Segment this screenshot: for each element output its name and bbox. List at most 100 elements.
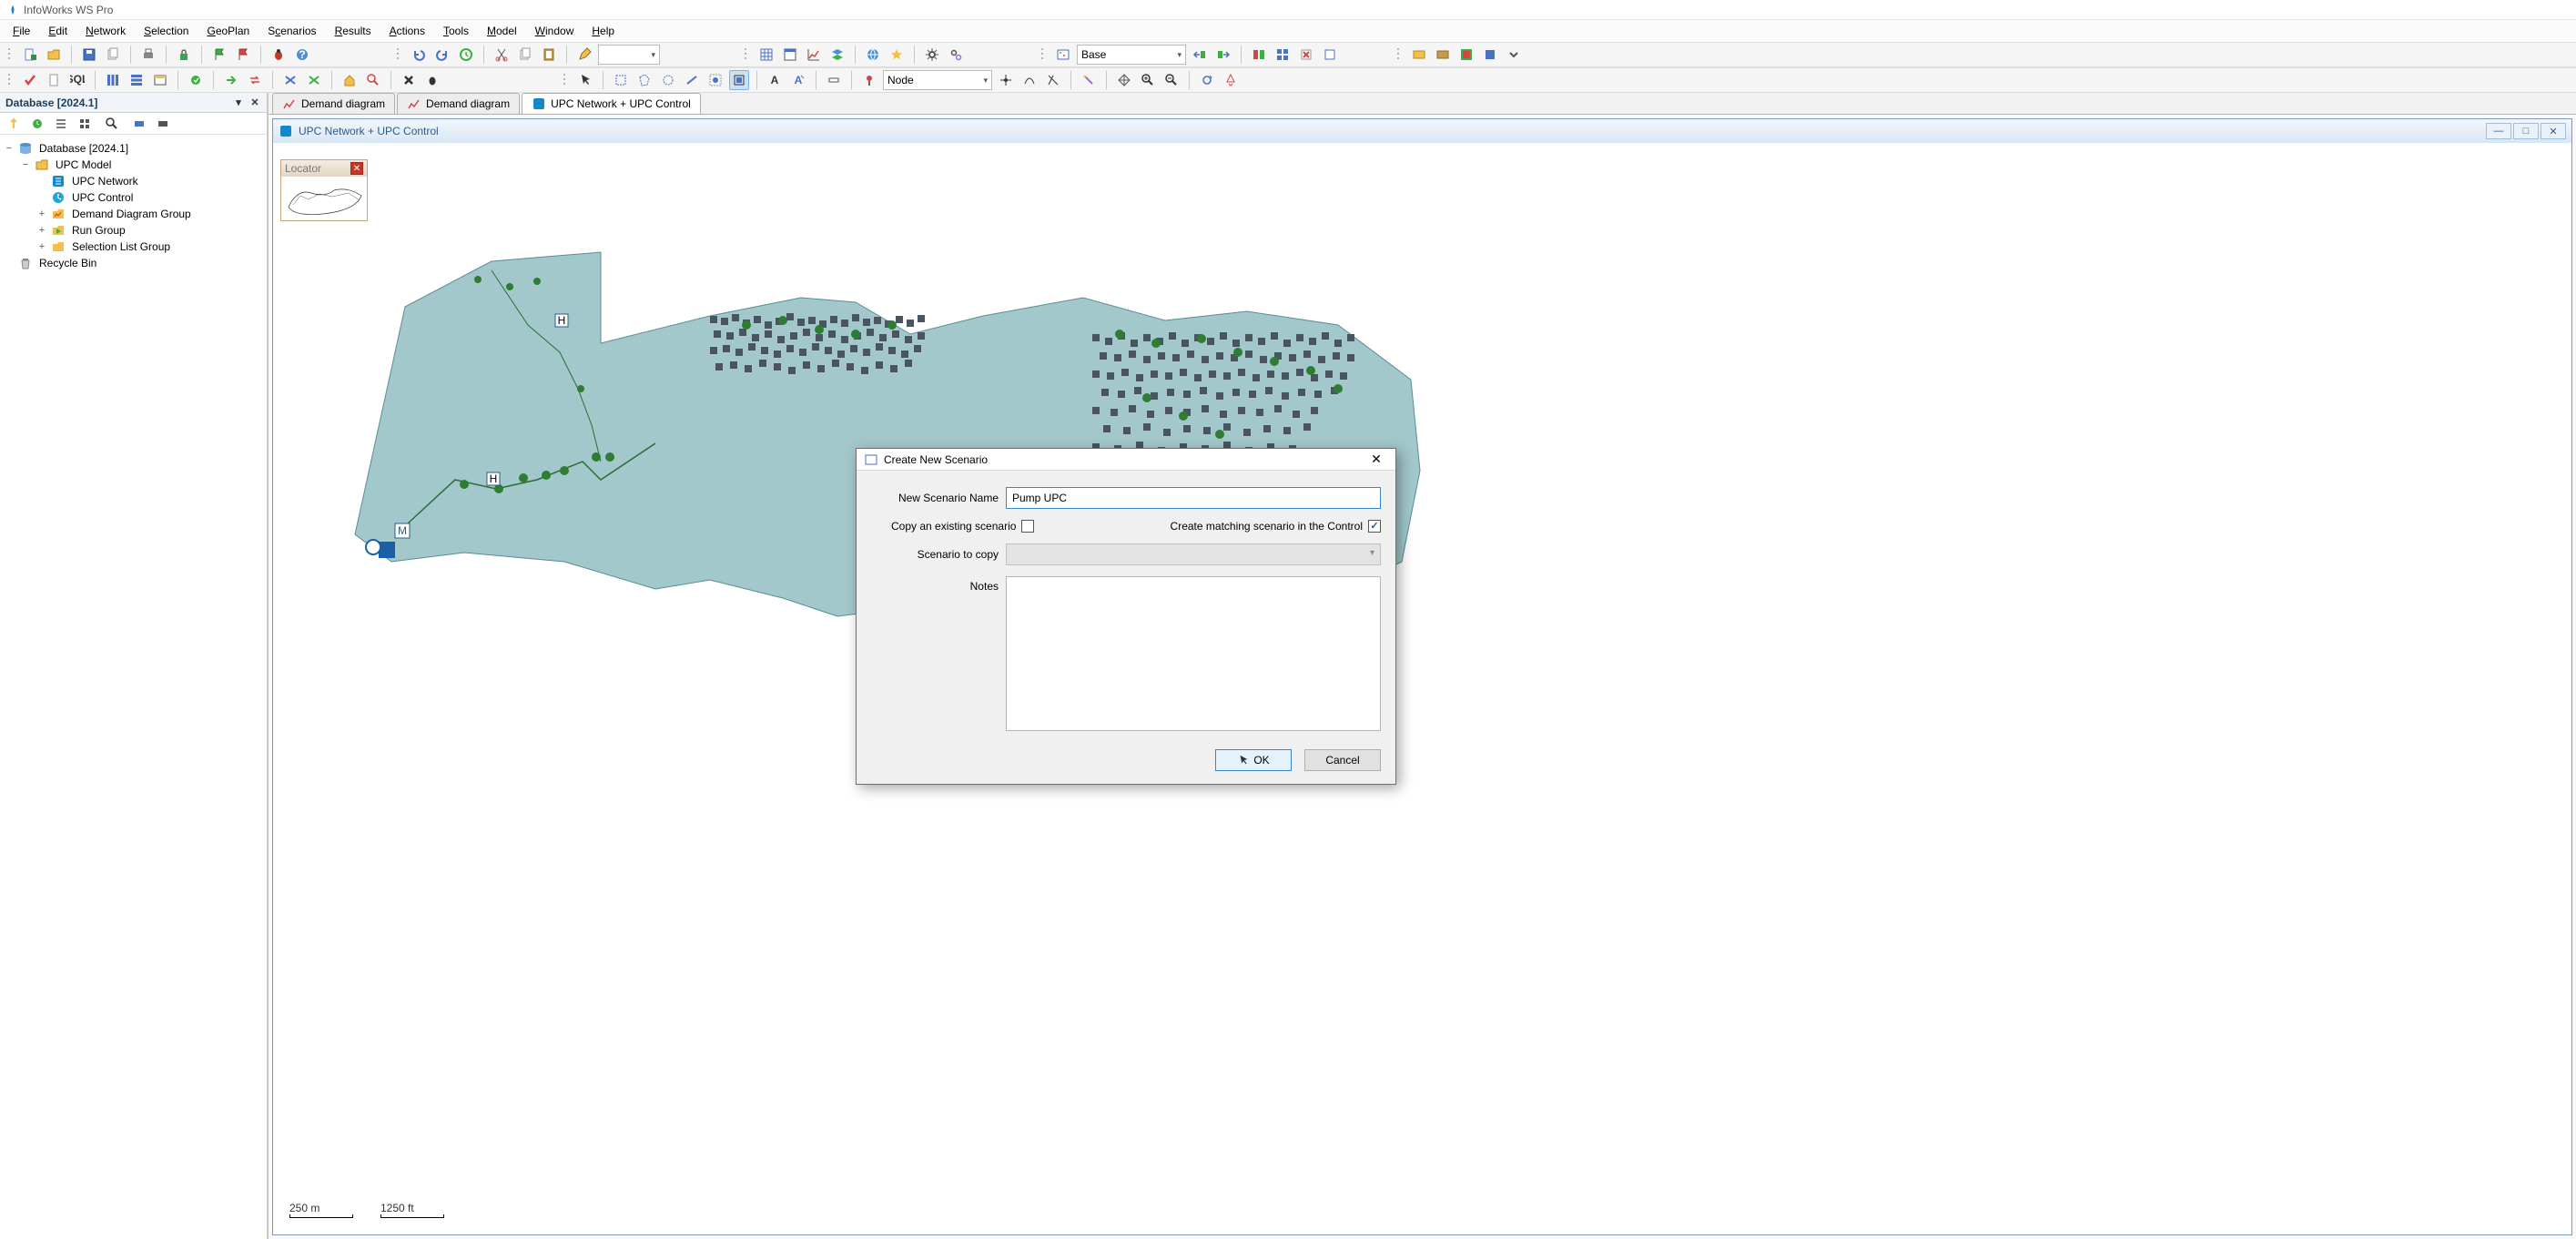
tool-globe-icon[interactable]: [863, 45, 883, 65]
tree-find-icon[interactable]: [102, 114, 122, 134]
tree-opt1-icon[interactable]: [129, 114, 149, 134]
tool-bug-icon[interactable]: [269, 45, 289, 65]
tool-grid2-icon[interactable]: [1273, 45, 1293, 65]
tool-ed3-icon[interactable]: [1043, 70, 1063, 90]
tool-del-scn-icon[interactable]: [1296, 45, 1316, 65]
tool-redo-icon[interactable]: [432, 45, 452, 65]
tool-zoom-in-icon[interactable]: [1138, 70, 1158, 90]
collapse-icon[interactable]: −: [4, 143, 15, 154]
menu-results[interactable]: Results: [326, 22, 380, 40]
ok-button[interactable]: OK: [1215, 749, 1292, 771]
tool-valve-icon[interactable]: [280, 70, 300, 90]
tree-list-icon[interactable]: [51, 114, 71, 134]
tree-grid-icon[interactable]: [75, 114, 95, 134]
menu-window[interactable]: Window: [526, 22, 583, 40]
tool-w5-dropdown-icon[interactable]: [1504, 45, 1524, 65]
tool-cut-icon[interactable]: [492, 45, 512, 65]
tool-clear-icon[interactable]: [824, 70, 844, 90]
menu-network[interactable]: Network: [76, 22, 135, 40]
menu-model[interactable]: Model: [478, 22, 526, 40]
tab-demand-1[interactable]: Demand diagram: [272, 93, 395, 114]
tool-w3-icon[interactable]: [1456, 45, 1476, 65]
tool-edit-icon[interactable]: [574, 45, 594, 65]
tool-sel-node-icon[interactable]: [705, 70, 725, 90]
tool-wand-icon[interactable]: [1079, 70, 1099, 90]
tool-x-icon[interactable]: [399, 70, 419, 90]
scenario-name-input[interactable]: [1006, 487, 1381, 509]
tool-gear2-icon[interactable]: [946, 45, 966, 65]
node-selector[interactable]: Node ▾: [883, 70, 992, 90]
tool-scenario-icon[interactable]: [1053, 45, 1073, 65]
tool-history-icon[interactable]: [456, 45, 476, 65]
tool-rev-icon[interactable]: [186, 70, 206, 90]
tab-network[interactable]: UPC Network + UPC Control: [522, 93, 701, 114]
panel-dropdown-icon[interactable]: ▾: [232, 96, 245, 109]
tool-zoom-node-icon[interactable]: [363, 70, 383, 90]
tool-scn-b-icon[interactable]: [1213, 45, 1233, 65]
tool-gear-icon[interactable]: [922, 45, 942, 65]
tool-pan-icon[interactable]: [1114, 70, 1134, 90]
tool-annot-icon[interactable]: A: [788, 70, 808, 90]
tree-root[interactable]: − Database [2024.1]: [4, 140, 263, 157]
tool-copy2-icon[interactable]: [515, 45, 535, 65]
tool-help-icon[interactable]: ?: [292, 45, 312, 65]
tree-network[interactable]: UPC Network: [4, 173, 263, 189]
tool-w4-icon[interactable]: [1480, 45, 1500, 65]
match-control-checkbox[interactable]: [1368, 520, 1381, 533]
grip-icon[interactable]: [7, 46, 13, 63]
tool-sel-rect-icon[interactable]: [611, 70, 631, 90]
tool-table2-icon[interactable]: [150, 70, 170, 90]
menu-edit[interactable]: Edit: [39, 22, 76, 40]
grip-icon[interactable]: [1040, 46, 1046, 63]
tool-home-icon[interactable]: [340, 70, 360, 90]
tool-scn-c-icon[interactable]: [1320, 45, 1340, 65]
tool-valve2-icon[interactable]: [304, 70, 324, 90]
tool-flag-red-icon[interactable]: [233, 45, 253, 65]
tool-w1-icon[interactable]: [1409, 45, 1429, 65]
tree-up-icon[interactable]: [4, 114, 24, 134]
tool-bug2-icon[interactable]: [422, 70, 442, 90]
tool-lock-icon[interactable]: [174, 45, 194, 65]
tool-pointer-icon[interactable]: [575, 70, 595, 90]
collapse-icon[interactable]: −: [20, 159, 31, 170]
tool-sel-text-icon[interactable]: A: [765, 70, 785, 90]
tool-layers-icon[interactable]: [827, 45, 847, 65]
tool-sel-fence-icon[interactable]: [729, 70, 749, 90]
tool-sel-line-icon[interactable]: [682, 70, 702, 90]
tool-pin-icon[interactable]: [859, 70, 879, 90]
mdi-titlebar[interactable]: UPC Network + UPC Control — □ ✕: [273, 119, 2571, 143]
tool-undo-icon[interactable]: [409, 45, 429, 65]
tool-rows-icon[interactable]: [127, 70, 147, 90]
tool-compare-icon[interactable]: [1249, 45, 1269, 65]
tool-refresh-icon[interactable]: [1197, 70, 1217, 90]
map-canvas[interactable]: Locator ✕: [273, 143, 2571, 1234]
mdi-max-button[interactable]: □: [2513, 123, 2539, 139]
tree-control[interactable]: UPC Control: [4, 189, 263, 206]
tool-check-icon[interactable]: [20, 70, 40, 90]
mdi-min-button[interactable]: —: [2486, 123, 2511, 139]
grip-icon[interactable]: [396, 46, 401, 63]
tool-w2-icon[interactable]: [1433, 45, 1453, 65]
dialog-close-button[interactable]: ✕: [1364, 451, 1388, 469]
tree-recycle[interactable]: Recycle Bin: [4, 255, 263, 271]
menu-tools[interactable]: Tools: [434, 22, 478, 40]
menu-actions[interactable]: Actions: [380, 22, 434, 40]
tool-print-icon[interactable]: [138, 45, 158, 65]
scenario-name-field[interactable]: [1012, 492, 1374, 504]
panel-close-icon[interactable]: ✕: [248, 96, 261, 109]
menu-selection[interactable]: Selection: [135, 22, 198, 40]
mdi-close-button[interactable]: ✕: [2541, 123, 2566, 139]
tree-run-group[interactable]: + Run Group: [4, 222, 263, 239]
tool-combo-1[interactable]: ▾: [598, 45, 660, 65]
tree-sel-group[interactable]: + Selection List Group: [4, 239, 263, 255]
expand-icon[interactable]: +: [36, 208, 47, 219]
tool-grid-icon[interactable]: [756, 45, 776, 65]
tool-sel-circle-icon[interactable]: [658, 70, 678, 90]
tree-model-group[interactable]: − UPC Model: [4, 157, 263, 173]
tool-ed1-icon[interactable]: [996, 70, 1016, 90]
tool-save-icon[interactable]: [79, 45, 99, 65]
copy-existing-checkbox[interactable]: [1021, 520, 1034, 533]
tool-flag-green-icon[interactable]: [209, 45, 229, 65]
tool-star-icon[interactable]: [887, 45, 907, 65]
tool-chart-icon[interactable]: [804, 45, 824, 65]
